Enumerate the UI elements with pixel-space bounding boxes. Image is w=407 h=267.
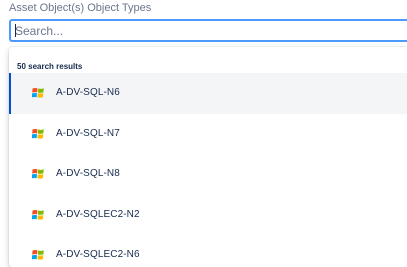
result-item[interactable]: A-DV-SQLEC2-N2: [9, 195, 407, 236]
windows-icon: [32, 88, 44, 98]
result-label: A-DV-SQL-N7: [56, 127, 120, 139]
result-label: A-DV-SQLEC2-N2: [56, 208, 140, 220]
windows-icon: [32, 128, 44, 139]
search-box[interactable]: [9, 19, 407, 42]
result-label: A-DV-SQL-N6: [56, 87, 120, 98]
field-label: Asset Object(s) Object Types: [9, 2, 152, 14]
windows-icon: [32, 250, 44, 260]
result-item[interactable]: A-DV-SQL-N6: [9, 73, 407, 114]
result-item[interactable]: A-DV-SQLEC2-N6: [9, 235, 407, 267]
result-item[interactable]: A-DV-SQL-N8: [9, 154, 407, 195]
text-caret: [15, 24, 16, 37]
result-label: A-DV-SQL-N8: [56, 168, 120, 179]
windows-icon: [32, 209, 44, 220]
results-dropdown: 50 search results A-DV-SQL-N6 A-DV-SQL-N…: [9, 47, 407, 267]
result-list: A-DV-SQL-N6 A-DV-SQL-N7 A-DV-SQL-N8 A-DV…: [9, 73, 407, 267]
search-input[interactable]: [15, 21, 405, 40]
result-item[interactable]: A-DV-SQL-N7: [9, 114, 407, 155]
result-label: A-DV-SQLEC2-N6: [56, 249, 140, 260]
windows-icon: [32, 169, 44, 179]
results-count: 50 search results: [17, 62, 83, 71]
